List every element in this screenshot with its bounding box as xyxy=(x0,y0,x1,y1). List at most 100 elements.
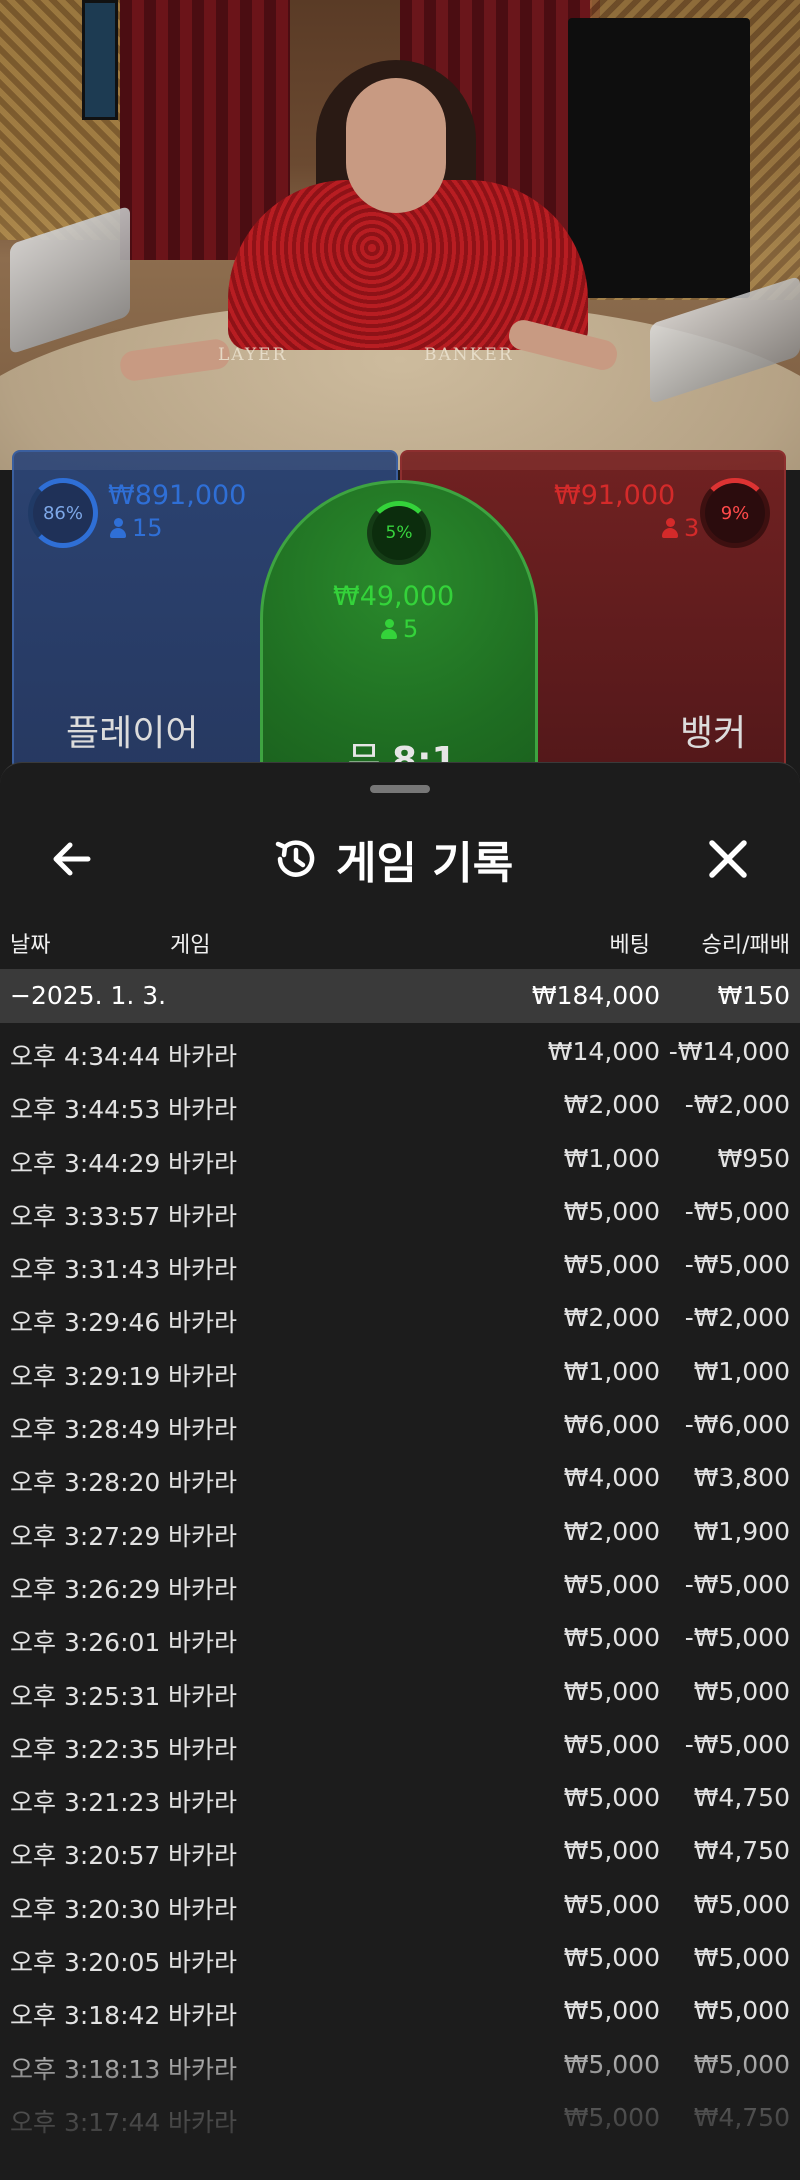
person-icon xyxy=(662,518,678,538)
group-bet-total: ₩184,000 xyxy=(531,981,660,1010)
history-header: 게임 기록 xyxy=(0,813,800,903)
row-game: 바카라 xyxy=(168,1788,238,1818)
row-game: 바카라 xyxy=(168,1042,238,1071)
history-row[interactable]: 오후 3:29:19 바카라 ₩1,000 ₩1,000 xyxy=(0,1345,800,1398)
row-game: 바카라 xyxy=(168,2054,238,2084)
row-bet: ₩14,000 xyxy=(547,1037,660,1066)
row-game: 바카라 xyxy=(168,1841,238,1871)
row-game: 바카라 xyxy=(168,1468,238,1498)
row-result: -₩2,000 xyxy=(684,1303,790,1333)
history-row[interactable]: 오후 3:20:05 바카라 ₩5,000 ₩5,000 xyxy=(0,1931,800,1984)
background-monitor xyxy=(82,0,118,120)
row-result: -₩2,000 xyxy=(684,1090,790,1120)
tie-percent: 5% xyxy=(385,523,413,543)
background-monitor xyxy=(568,18,750,298)
row-time: 오후 3:33:57 xyxy=(10,1201,161,1231)
column-header-result: 승리/패배 xyxy=(701,933,790,958)
tie-bettor-count: 5 xyxy=(381,615,418,643)
row-bet: ₩2,000 xyxy=(563,1303,660,1333)
row-game: 바카라 xyxy=(168,1095,238,1125)
bet-spot-tie[interactable]: 5% ₩49,000 5 무 8:1 xyxy=(260,480,538,810)
row-result: ₩950 xyxy=(717,1143,790,1173)
history-row[interactable]: 오후 3:28:20 바카라 ₩4,000 ₩3,800 xyxy=(0,1451,800,1504)
history-row[interactable]: 오후 4:34:44 바카라 ₩14,000 -₩14,000 xyxy=(0,1025,800,1078)
back-button[interactable] xyxy=(44,831,100,887)
history-list: 오후 4:34:44 바카라 ₩14,000 -₩14,000 오후 3:44:53 바카… xyxy=(0,1025,800,2144)
column-header-game: 게임 xyxy=(170,933,211,958)
row-bet: ₩5,000 xyxy=(563,1783,660,1813)
row-game: 바카라 xyxy=(168,1574,238,1604)
row-bet: ₩1,000 xyxy=(563,1143,660,1173)
table-label-player: LAYER xyxy=(218,345,288,365)
row-time: 오후 3:20:57 xyxy=(10,1841,161,1871)
row-time: 오후 3:29:46 xyxy=(10,1308,161,1338)
row-time: 오후 3:31:43 xyxy=(10,1255,161,1285)
history-row[interactable]: 오후 3:44:29 바카라 ₩1,000 ₩950 xyxy=(0,1132,800,1185)
history-row[interactable]: 오후 3:20:30 바카라 ₩5,000 ₩5,000 xyxy=(0,1878,800,1931)
row-time: 오후 4:34:44 xyxy=(10,1042,161,1071)
history-row[interactable]: 오후 3:17:44 바카라 ₩5,000 ₩4,750 xyxy=(0,2091,800,2144)
history-row[interactable]: 오후 3:26:01 바카라 ₩5,000 -₩5,000 xyxy=(0,1611,800,1664)
column-header-date: 날짜 xyxy=(10,933,51,958)
history-row[interactable]: 오후 3:18:42 바카라 ₩5,000 ₩5,000 xyxy=(0,1984,800,2037)
history-row[interactable]: 오후 3:31:43 바카라 ₩5,000 -₩5,000 xyxy=(0,1238,800,1291)
row-time: 오후 3:29:19 xyxy=(10,1361,161,1391)
row-bet: ₩5,000 xyxy=(563,1889,660,1919)
live-video-feed: LAYER BANKER xyxy=(0,0,800,470)
history-row[interactable]: 오후 3:26:29 바카라 ₩5,000 -₩5,000 xyxy=(0,1558,800,1611)
row-result: ₩5,000 xyxy=(693,1889,790,1919)
row-result: -₩5,000 xyxy=(684,1569,790,1599)
history-row[interactable]: 오후 3:33:57 바카라 ₩5,000 -₩5,000 xyxy=(0,1185,800,1238)
page-title: 게임 기록 xyxy=(336,838,514,889)
history-row[interactable]: 오후 3:21:23 바카라 ₩5,000 ₩4,750 xyxy=(0,1771,800,1824)
row-result: -₩5,000 xyxy=(684,1729,790,1759)
player-label: 플레이어 xyxy=(66,713,199,754)
row-bet: ₩5,000 xyxy=(563,2049,660,2079)
row-time: 오후 3:27:29 xyxy=(10,1521,161,1551)
row-game: 바카라 xyxy=(168,1521,238,1551)
banker-label: 뱅커 xyxy=(680,713,747,754)
row-game: 바카라 xyxy=(168,1361,238,1391)
row-bet: ₩5,000 xyxy=(563,1623,660,1653)
row-game: 바카라 xyxy=(168,1628,238,1658)
row-bet: ₩5,000 xyxy=(563,1196,660,1226)
row-result: -₩14,000 xyxy=(668,1037,790,1066)
table-label-banker: BANKER xyxy=(424,345,514,365)
row-result: ₩3,800 xyxy=(693,1463,790,1493)
banker-percent-ring: 9% xyxy=(700,478,770,548)
column-header-bet: 베팅 xyxy=(609,933,650,958)
row-game: 바카라 xyxy=(168,2001,238,2031)
banker-percent: 9% xyxy=(720,502,750,524)
history-icon xyxy=(275,840,315,877)
history-row[interactable]: 오후 3:29:46 바카라 ₩2,000 -₩2,000 xyxy=(0,1291,800,1344)
row-time: 오후 3:18:42 xyxy=(10,2001,161,2031)
close-button[interactable] xyxy=(700,831,756,887)
row-game: 바카라 xyxy=(168,1948,238,1978)
row-result: ₩5,000 xyxy=(693,1996,790,2026)
row-bet: ₩5,000 xyxy=(563,1676,660,1706)
row-bet: ₩1,000 xyxy=(563,1356,660,1386)
row-time: 오후 3:20:30 xyxy=(10,1894,161,1924)
history-row[interactable]: 오후 3:28:49 바카라 ₩6,000 -₩6,000 xyxy=(0,1398,800,1451)
sheet-drag-handle[interactable] xyxy=(370,785,430,793)
history-row[interactable]: 오후 3:27:29 바카라 ₩2,000 ₩1,900 xyxy=(0,1505,800,1558)
close-icon xyxy=(709,840,747,878)
row-time: 오후 3:28:49 xyxy=(10,1415,161,1445)
history-row[interactable]: 오후 3:44:53 바카라 ₩2,000 -₩2,000 xyxy=(0,1078,800,1131)
date-group-row[interactable]: −2025. 1. 3. ₩184,000 ₩150 xyxy=(0,969,800,1023)
row-time: 오후 3:21:23 xyxy=(10,1788,161,1818)
row-game: 바카라 xyxy=(168,1681,238,1711)
history-row[interactable]: 오후 3:25:31 바카라 ₩5,000 ₩5,000 xyxy=(0,1665,800,1718)
row-result: ₩5,000 xyxy=(693,1676,790,1706)
betting-board: 86% ₩891,000 15 플레이어 9% ₩91,000 3 뱅커 5% … xyxy=(12,450,786,810)
row-time: 오후 3:22:35 xyxy=(10,1734,161,1764)
history-row[interactable]: 오후 3:18:13 바카라 ₩5,000 ₩5,000 xyxy=(0,2038,800,2091)
tie-percent-ring: 5% xyxy=(367,501,431,565)
game-history-sheet: 게임 기록 날짜 게임 베팅 승리/패배 −2025. 1. 3. ₩184,0… xyxy=(0,762,800,2180)
row-result: ₩5,000 xyxy=(693,1943,790,1973)
row-time: 오후 3:18:13 xyxy=(10,2054,161,2084)
row-bet: ₩5,000 xyxy=(563,1996,660,2026)
history-row[interactable]: 오후 3:20:57 바카라 ₩5,000 ₩4,750 xyxy=(0,1824,800,1877)
history-row[interactable]: 오후 3:22:35 바카라 ₩5,000 -₩5,000 xyxy=(0,1718,800,1771)
row-bet: ₩5,000 xyxy=(563,2102,660,2132)
